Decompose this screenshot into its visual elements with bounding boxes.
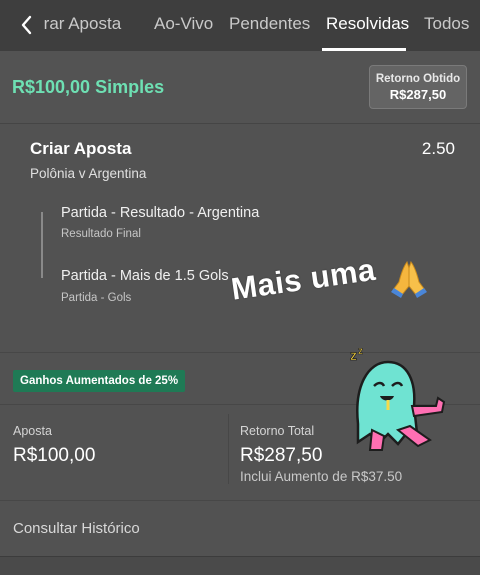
column-divider bbox=[228, 414, 229, 484]
tab-resolvidas[interactable]: Resolvidas bbox=[326, 14, 409, 34]
leg-1-market: Partida - Resultado - Argentina bbox=[61, 205, 260, 221]
praying-hands-icon bbox=[391, 260, 427, 298]
zombie-ghost-sticker: z z bbox=[350, 346, 446, 451]
top-nav-bar: rrar Aposta Ao-Vivo Pendentes Resolvidas… bbox=[0, 0, 480, 51]
stake-title: R$100,00 Simples bbox=[12, 77, 165, 97]
tab-todos[interactable]: Todos bbox=[424, 14, 469, 34]
total-return-value: R$287,50 bbox=[240, 445, 323, 466]
svg-text:z: z bbox=[358, 346, 363, 357]
boost-badge: Ganhos Aumentados de 25% bbox=[13, 370, 186, 392]
stake-label: Aposta bbox=[13, 424, 52, 438]
leg-2-sub: Partida - Gols bbox=[61, 292, 132, 304]
return-obtained-box: Retorno Obtido R$287,50 bbox=[369, 65, 467, 109]
stake-value: R$100,00 bbox=[13, 445, 96, 466]
event-name: Polônia v Argentina bbox=[30, 166, 147, 181]
legs-connector bbox=[41, 212, 43, 278]
leg-2-market: Partida - Mais de 1.5 Gols bbox=[61, 268, 229, 284]
boost-note: Inclui Aumento de R$37.50 bbox=[240, 469, 403, 484]
footer-bar bbox=[0, 556, 480, 575]
selection-title: Criar Aposta bbox=[30, 139, 132, 158]
section-divider bbox=[0, 500, 480, 501]
return-obtained-value: R$287,50 bbox=[389, 87, 447, 102]
bet-header: R$100,00 Simples Retorno Obtido R$287,50 bbox=[0, 51, 480, 124]
history-link[interactable]: Consultar Histórico bbox=[13, 520, 140, 537]
tab-strip: rrar Aposta Ao-Vivo Pendentes Resolvidas… bbox=[44, 0, 480, 51]
tab-pendentes[interactable]: Pendentes bbox=[229, 14, 310, 34]
bet-odds: 2.50 bbox=[421, 139, 455, 158]
overlay-caption: Mais uma bbox=[229, 251, 378, 307]
svg-text:z: z bbox=[350, 347, 357, 363]
return-obtained-label: Retorno Obtido bbox=[375, 73, 461, 85]
back-button[interactable] bbox=[14, 12, 40, 38]
tab-ao-vivo[interactable]: Ao-Vivo bbox=[154, 14, 213, 34]
leg-1-sub: Resultado Final bbox=[61, 228, 141, 240]
total-return-label: Retorno Total bbox=[240, 424, 315, 438]
tab-criar-aposta[interactable]: rrar Aposta bbox=[44, 14, 121, 34]
chevron-left-icon bbox=[21, 15, 32, 35]
